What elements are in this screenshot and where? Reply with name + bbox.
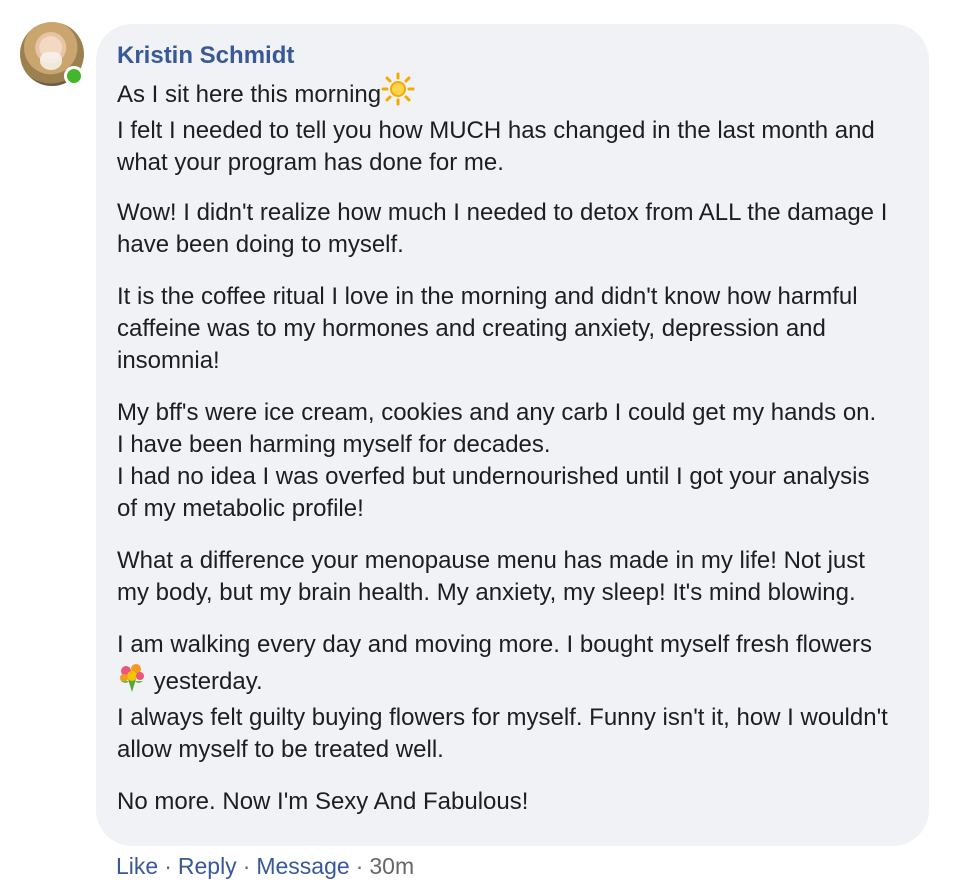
comment-line: Wow! I didn't realize how much I needed … — [117, 199, 888, 258]
comment-line: I am walking every day and moving more. … — [117, 629, 889, 702]
comment-line: I felt I needed to tell you how MUCH has… — [117, 117, 875, 176]
comment-paragraph: No more. Now I'm Sexy And Fabulous! — [117, 786, 889, 818]
comment-paragraph: As I sit here this morning I felt I need… — [117, 72, 889, 179]
comment-paragraph: What a difference your menopause menu ha… — [117, 545, 889, 609]
comment-actions: Like · Reply · Message · 30m — [116, 850, 414, 882]
message-link[interactable]: Message — [256, 853, 349, 879]
like-link[interactable]: Like — [116, 853, 158, 879]
comment-line: My bff's were ice cream, cookies and any… — [117, 399, 877, 458]
comment-line: What a difference your menopause menu ha… — [117, 547, 865, 606]
bouquet-icon — [117, 661, 147, 702]
separator: · — [164, 853, 172, 879]
comment-line: As I sit here this morning — [117, 72, 889, 115]
comment-line: I always felt guilty buying flowers for … — [117, 704, 888, 763]
comment-paragraph: My bff's were ice cream, cookies and any… — [117, 397, 889, 525]
separator: · — [242, 853, 251, 879]
avatar-container[interactable] — [20, 22, 86, 88]
comment-line: It is the coffee ritual I love in the mo… — [117, 283, 858, 374]
timestamp[interactable]: 30m — [369, 853, 414, 879]
separator: · — [355, 853, 364, 879]
comment-bubble: Kristin Schmidt As I sit here this morni… — [96, 24, 929, 846]
comment-line: No more. Now I'm Sexy And Fabulous! — [117, 788, 529, 815]
reply-link[interactable]: Reply — [178, 853, 237, 879]
sun-icon — [381, 72, 415, 115]
comment-paragraph: I am walking every day and moving more. … — [117, 629, 889, 766]
comment-paragraph: It is the coffee ritual I love in the mo… — [117, 281, 889, 377]
comment-line: I had no idea I was overfed but undernou… — [117, 463, 870, 522]
comment-author[interactable]: Kristin Schmidt — [117, 40, 889, 72]
comment-paragraph: Wow! I didn't realize how much I needed … — [117, 197, 889, 261]
online-status-dot — [64, 66, 84, 86]
